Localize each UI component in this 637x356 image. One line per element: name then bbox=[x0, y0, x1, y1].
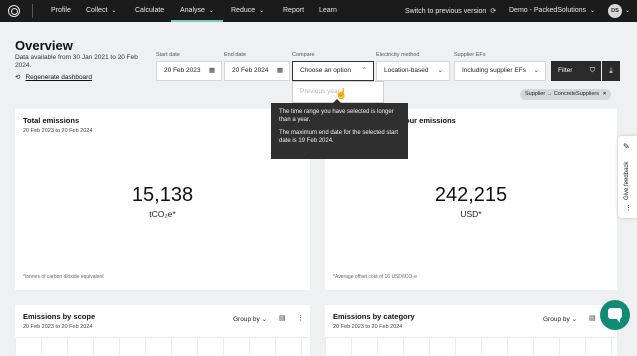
chevron-down-icon[interactable]: ⌄ bbox=[625, 7, 630, 14]
calendar-icon: ▦ bbox=[276, 67, 283, 74]
filter-chip: Supplier → ConcreteSuppliers × bbox=[520, 89, 612, 100]
chart-type-icon[interactable]: ▤ bbox=[279, 314, 286, 322]
electricity-method-select[interactable]: Location-based ⌄ bbox=[376, 61, 450, 81]
group-by-label: Group by bbox=[543, 316, 570, 323]
supplier-efs-select[interactable]: Including supplier EFs ⌄ bbox=[454, 61, 546, 81]
offset-cost-value: 242,215 bbox=[434, 184, 508, 206]
start-date-value: 20 Feb 2023 bbox=[164, 67, 201, 74]
switch-version-link[interactable]: Switch to previous version ⟳ bbox=[405, 7, 496, 15]
nav-active-indicator bbox=[171, 20, 223, 22]
chart-type-icon[interactable]: ▤ bbox=[589, 314, 596, 322]
filter-button-label: Filter bbox=[558, 67, 573, 74]
give-feedback-tab[interactable]: ✎ Give feedback ⋮ bbox=[618, 136, 637, 218]
electricity-method-label: Electricity method bbox=[376, 52, 420, 58]
date-range-tooltip: The time range you have selected is long… bbox=[271, 99, 408, 159]
refresh-icon: ⟳ bbox=[490, 8, 497, 15]
card-title: our emissions bbox=[405, 116, 456, 125]
calendar-icon: ▦ bbox=[208, 67, 215, 74]
download-icon: ⤓ bbox=[609, 66, 613, 75]
tooltip-line-2: The maximum end date for the selected st… bbox=[279, 130, 399, 144]
electricity-method-value: Location-based bbox=[384, 67, 429, 74]
card-date-range: 20 Feb 2023 to 20 Feb 2024 bbox=[333, 324, 403, 330]
top-nav: Profile Collect ⌄ Calculate Analyse ⌄ Redu… bbox=[0, 0, 637, 22]
group-by-select[interactable]: Group by ⌄ bbox=[233, 315, 267, 323]
tooltip-line-1: The time range you have selected is long… bbox=[279, 109, 394, 123]
card-title: Emissions by category bbox=[333, 312, 415, 321]
account-switcher[interactable]: Demo - PackedSolutions ⌄ bbox=[509, 7, 595, 14]
card-title: Total emissions bbox=[23, 116, 80, 125]
supplier-efs-value: Including supplier EFs bbox=[462, 67, 526, 74]
nav-item-profile[interactable]: Profile bbox=[51, 7, 71, 14]
chevron-down-icon: ⌄ bbox=[261, 316, 268, 323]
supplier-efs-label: Supplier EFs bbox=[454, 52, 486, 58]
filter-icon: ⛉ bbox=[589, 67, 595, 74]
offset-cost-unit: USD* bbox=[460, 209, 482, 219]
account-name: Demo - PackedSolutions bbox=[509, 7, 587, 14]
nav-item-calculate[interactable]: Calculate bbox=[135, 7, 164, 14]
group-by-label: Group by bbox=[233, 316, 260, 323]
filter-chip-label: Supplier → ConcreteSuppliers bbox=[525, 91, 599, 97]
nav-item-collect-label: Collect bbox=[86, 7, 108, 14]
chevron-down-icon: ⌄ bbox=[259, 8, 265, 14]
chart-grid bbox=[325, 337, 617, 356]
chevron-down-icon: ⌄ bbox=[571, 316, 578, 323]
compare-value: Choose an option bbox=[300, 67, 351, 74]
card-footnote: *tonnes of carbon dioxide equivalent bbox=[23, 274, 104, 280]
nav-item-reduce-label: Reduce bbox=[231, 7, 256, 14]
nav-item-analyse[interactable]: Analyse ⌄ bbox=[180, 7, 214, 14]
chevron-down-icon: ⌄ bbox=[590, 8, 596, 14]
pencil-icon: ✎ bbox=[623, 142, 630, 151]
end-date-value: 20 Feb 2024 bbox=[232, 67, 269, 74]
pointer-cursor-icon: ☝ bbox=[335, 89, 348, 100]
emissions-by-category-card: Emissions by category 20 Feb 2023 to 20 … bbox=[325, 305, 617, 356]
download-button[interactable]: ⤓ bbox=[602, 61, 620, 81]
avatar[interactable]: DS bbox=[608, 4, 622, 18]
regenerate-dashboard-link[interactable]: ⟲ Regenerate dashboard bbox=[15, 73, 92, 81]
chat-support-button[interactable] bbox=[600, 300, 630, 330]
start-date-field[interactable]: 20 Feb 2023 ▦ bbox=[156, 61, 222, 81]
switch-version-label: Switch to previous version bbox=[405, 8, 487, 15]
chevron-down-icon: ⌄ bbox=[437, 67, 443, 74]
compare-label: Compare bbox=[292, 52, 315, 58]
card-title: Emissions by scope bbox=[23, 312, 96, 321]
chevron-down-icon: ⌄ bbox=[533, 67, 539, 74]
page-title: Overview bbox=[15, 38, 73, 53]
chevron-down-icon: ⌄ bbox=[111, 8, 117, 14]
nav-item-collect[interactable]: Collect ⌄ bbox=[86, 7, 116, 14]
nav-item-analyse-label: Analyse bbox=[180, 7, 205, 14]
start-date-label: Start date bbox=[156, 52, 180, 58]
total-emissions-value: 15,138 bbox=[131, 184, 194, 206]
nav-item-report[interactable]: Report bbox=[283, 7, 304, 14]
end-date-field[interactable]: 20 Feb 2024 ▦ bbox=[224, 61, 290, 81]
emissions-by-scope-card: Emissions by scope 20 Feb 2023 to 20 Feb… bbox=[15, 305, 310, 356]
card-date-range: 20 Feb 2023 to 20 Feb 2024 bbox=[23, 324, 93, 330]
refresh-icon: ⟲ bbox=[15, 74, 21, 81]
nav-item-reduce[interactable]: Reduce ⌄ bbox=[231, 7, 264, 14]
more-options-icon[interactable]: ⋮ bbox=[297, 314, 304, 322]
chevron-up-icon: ⌃ bbox=[361, 67, 367, 74]
card-footnote: *Average offset cost of 16 USD/tCO₂e bbox=[333, 274, 418, 280]
nav-item-learn[interactable]: Learn bbox=[319, 7, 337, 14]
nav-divider bbox=[32, 4, 33, 18]
total-emissions-unit: tCO₂e* bbox=[149, 209, 176, 219]
app-logo-icon[interactable] bbox=[8, 5, 20, 17]
card-date-range: 20 Feb 2023 to 20 Feb 2024 bbox=[23, 128, 93, 134]
close-icon[interactable]: × bbox=[603, 91, 606, 97]
compare-option-previous-year[interactable]: Previous year bbox=[300, 88, 340, 95]
total-emissions-card: Total emissions 20 Feb 2023 to 20 Feb 20… bbox=[15, 109, 310, 290]
more-options-icon: ⋮ bbox=[625, 205, 632, 212]
chevron-down-icon: ⌄ bbox=[208, 8, 214, 14]
compare-select[interactable]: Choose an option ⌃ bbox=[292, 61, 374, 81]
give-feedback-label: Give feedback bbox=[624, 161, 630, 200]
data-availability-text: Data available from 30 Jan 2021 to 20 Fe… bbox=[15, 54, 138, 69]
regenerate-label: Regenerate dashboard bbox=[25, 74, 92, 81]
filter-button[interactable]: Filter ⛉ bbox=[551, 61, 601, 81]
end-date-label: End date bbox=[224, 52, 247, 58]
chart-grid bbox=[15, 337, 310, 356]
group-by-select[interactable]: Group by ⌄ bbox=[543, 315, 577, 323]
